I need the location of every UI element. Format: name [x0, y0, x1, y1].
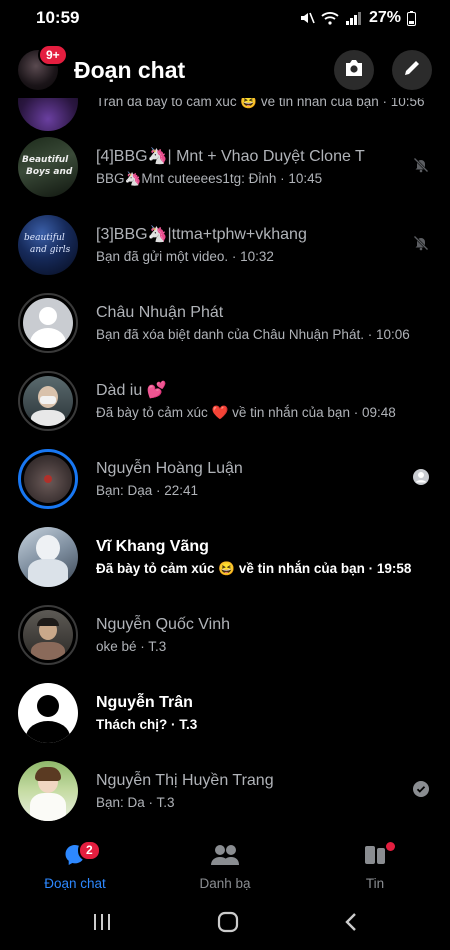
chat-row[interactable]: Beautiful Boys and [4]BBG🦄| Mnt + Vhao D…	[0, 128, 450, 206]
chat-last-message: Trân đã bày tỏ cảm xúc 😆 về tin nhắn của…	[96, 98, 425, 109]
mute-icon	[299, 10, 315, 26]
pencil-icon	[403, 59, 421, 82]
stories-dot	[386, 842, 395, 851]
chat-row[interactable]: Nguyễn Trân Thách chị? · T.3	[0, 674, 450, 752]
chat-name: Nguyễn Hoàng Luận	[96, 459, 243, 477]
chat-name: Nguyễn Quốc Vinh	[96, 615, 231, 633]
tab-chats[interactable]: 2 Đoạn chat	[0, 836, 150, 898]
chat-last-message: Bạn: Da · T.3	[96, 794, 175, 810]
profile-avatar[interactable]: 9+	[18, 44, 68, 90]
chat-last-message: Đã bày tỏ cảm xúc ❤️ về tin nhắn của bạn…	[96, 404, 396, 420]
chat-name: Vĩ Khang Vãng	[96, 537, 209, 555]
chat-last-message: BBG🦄Mnt cuteeees1tg: Đỉnh · 10:45	[96, 170, 323, 186]
chat-avatar	[18, 449, 78, 509]
chat-name: [3]BBG🦄|ttma+tphw+vkhang	[96, 225, 307, 243]
tab-chats-label: Đoạn chat	[44, 876, 106, 891]
chat-name: Dàd iu 💕	[96, 381, 167, 399]
people-icon	[210, 843, 240, 872]
seen-user-icon	[413, 468, 429, 490]
back-button[interactable]	[344, 912, 358, 937]
chat-last-message: Bạn đã gửi một video. · 10:32	[96, 248, 274, 264]
delivered-indicator	[410, 780, 432, 802]
stories-icon	[363, 843, 387, 872]
status-bar: 10:59 27%	[0, 0, 450, 36]
chat-list[interactable]: Trân đã bày tỏ cảm xúc 😆 về tin nhắn của…	[0, 98, 450, 836]
tab-stories-label: Tin	[365, 876, 385, 891]
chat-row[interactable]: Dàd iu 💕 Đã bày tỏ cảm xúc ❤️ về tin nhắ…	[0, 362, 450, 440]
battery-text: 27%	[368, 9, 401, 26]
chat-row[interactable]: Nguyễn Hoàng Luận Bạn: Dạa · 22:41	[0, 440, 450, 518]
chat-avatar	[18, 683, 78, 743]
chat-name: Nguyễn Thị Huyền Trang	[96, 771, 274, 789]
chat-avatar	[18, 761, 78, 821]
chat-row[interactable]: Châu Nhuận Phát Bạn đã xóa biệt danh của…	[0, 284, 450, 362]
chat-name: Nguyễn Trân	[96, 693, 193, 711]
chat-avatar	[18, 527, 78, 587]
signal-icon	[345, 11, 363, 25]
page-title: Đoạn chat	[74, 56, 186, 83]
chat-name: [4]BBG🦄| Mnt + Vhao Duyệt Clone T	[96, 147, 365, 165]
status-icons: 27%	[299, 9, 416, 27]
status-time: 10:59	[36, 8, 80, 27]
chat-row[interactable]: Nguyễn Quốc Vinh oke bé · T.3	[0, 596, 450, 674]
chats-badge: 2	[78, 840, 101, 862]
tab-stories[interactable]: Tin	[300, 836, 450, 898]
bottom-nav: 2 Đoạn chat Danh bạ Tin	[0, 836, 450, 898]
chat-row[interactable]: beautiful and girls [3]BBG🦄|ttma+tphw+vk…	[0, 206, 450, 284]
chat-avatar	[18, 98, 78, 131]
chat-last-message: Bạn: Dạa · 22:41	[96, 482, 199, 498]
camera-icon	[344, 59, 364, 82]
bell-off-icon	[413, 157, 429, 178]
chat-avatar	[18, 293, 78, 353]
chat-last-message: Thách chị? · T.3	[96, 716, 198, 732]
wifi-icon	[321, 11, 339, 25]
chat-last-message: Đã bày tỏ cảm xúc 😆 về tin nhắn của bạn …	[96, 560, 412, 576]
battery-icon	[407, 10, 416, 26]
tab-contacts-label: Danh bạ	[199, 876, 251, 891]
chat-last-message: oke bé · T.3	[96, 638, 167, 654]
bell-off-icon	[413, 235, 429, 256]
chat-avatar: beautiful and girls	[18, 215, 78, 275]
camera-button[interactable]	[334, 50, 374, 90]
new-message-button[interactable]	[392, 50, 432, 90]
chat-avatar	[18, 371, 78, 431]
muted-indicator	[410, 157, 432, 178]
chat-row[interactable]: Vĩ Khang Vãng Đã bày tỏ cảm xúc 😆 về tin…	[0, 518, 450, 596]
app-header: 9+ Đoạn chat	[0, 42, 450, 98]
home-button[interactable]	[217, 911, 239, 938]
chat-avatar: Beautiful Boys and	[18, 137, 78, 197]
recent-apps-button[interactable]	[92, 913, 112, 936]
chat-row[interactable]: Nguyễn Thị Huyền Trang Bạn: Da · T.3	[0, 752, 450, 830]
check-circle-icon	[413, 780, 429, 802]
tab-contacts[interactable]: Danh bạ	[150, 836, 300, 898]
notification-badge: 9+	[38, 44, 68, 66]
chat-avatar	[18, 605, 78, 665]
muted-indicator	[410, 235, 432, 256]
system-nav-bar	[0, 898, 450, 950]
chat-last-message: Bạn đã xóa biệt danh của Châu Nhuận Phát…	[96, 326, 410, 342]
seen-avatar	[410, 468, 432, 490]
chat-name: Châu Nhuận Phát	[96, 303, 224, 321]
